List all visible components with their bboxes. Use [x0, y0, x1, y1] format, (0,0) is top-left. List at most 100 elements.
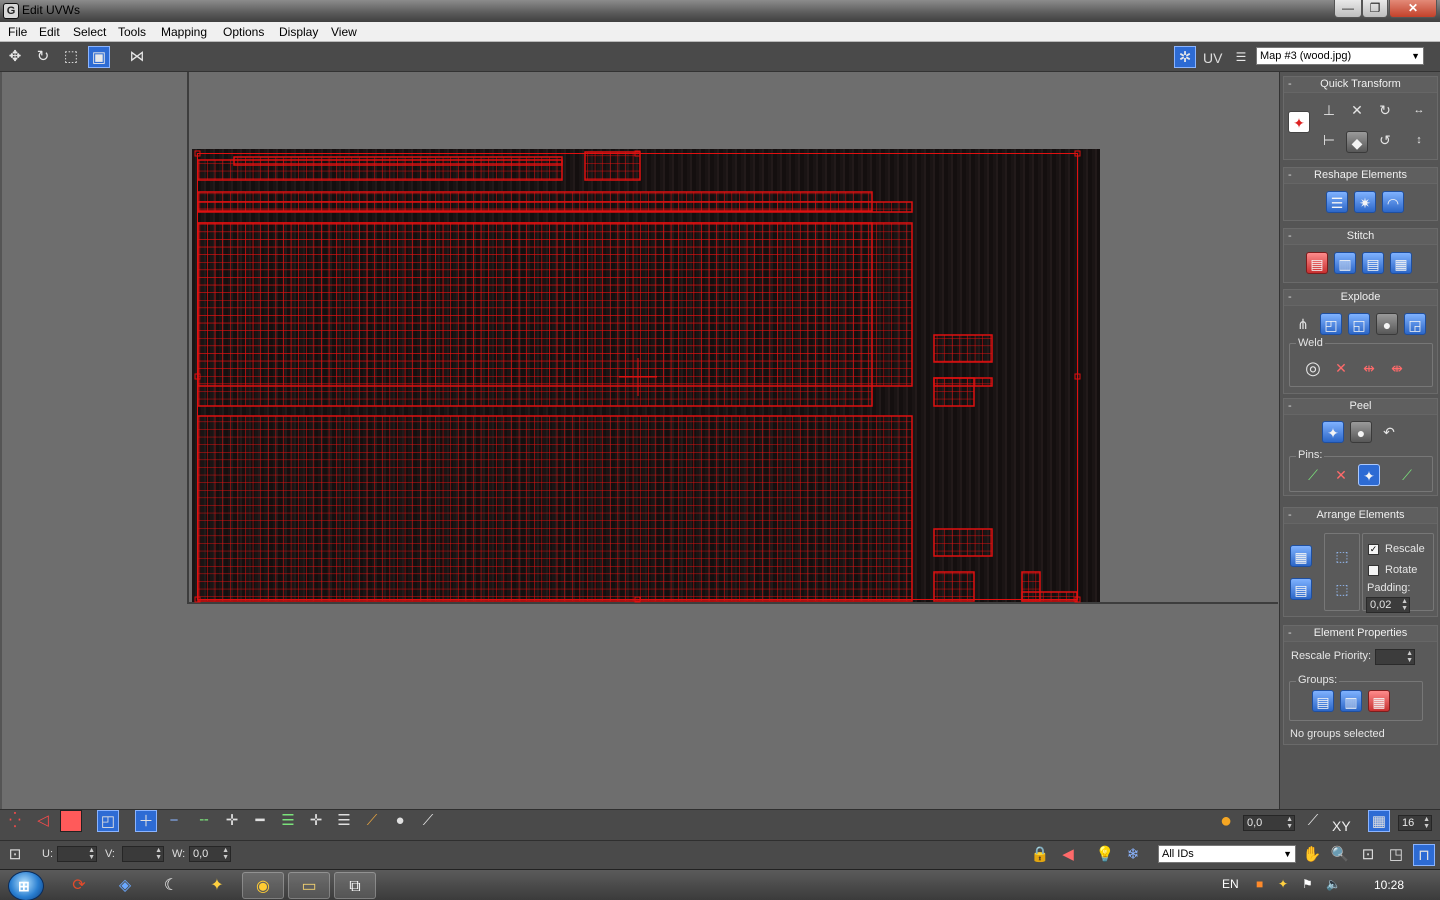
uv-shell[interactable] — [197, 222, 873, 407]
action-center-flag-icon[interactable]: ⚑ — [1302, 877, 1313, 891]
padding-spinner[interactable]: 0,02 ▲ ▼ — [1366, 597, 1410, 613]
show-map-icon[interactable]: ✲ — [1174, 46, 1196, 68]
move-icon[interactable]: ✥ — [4, 46, 26, 68]
flatten-by-polygon-angle-icon[interactable]: ◱ — [1348, 313, 1370, 335]
freeze-icon[interactable]: ❄ — [1122, 844, 1144, 866]
rollout-title[interactable]: - Stitch — [1284, 229, 1437, 245]
relax-icon[interactable]: ✷ — [1354, 191, 1376, 213]
rotate-minus-90-icon[interactable]: ↺ — [1374, 129, 1396, 151]
pin-icon[interactable]: ⟋ — [1302, 464, 1324, 486]
uv-shell[interactable] — [933, 334, 993, 363]
spinner-arrows-icon[interactable]: ▲ ▼ — [1423, 816, 1430, 830]
rollout-title[interactable]: - Reshape Elements — [1284, 168, 1437, 184]
rollout-title[interactable]: - Peel — [1284, 399, 1437, 415]
grow-ring-icon[interactable]: ✛ — [305, 810, 327, 832]
spinner-arrows-icon[interactable]: ▲ ▼ — [1286, 816, 1293, 830]
minimize-button[interactable]: — — [1334, 0, 1362, 18]
rotate-checkbox[interactable] — [1368, 565, 1379, 576]
polygon-mode-icon[interactable] — [60, 810, 82, 832]
u-field[interactable]: ▲ ▼ — [57, 846, 97, 862]
uv-axis-label[interactable]: UV — [1203, 50, 1222, 66]
zoom-region-icon[interactable]: ⊡ — [1357, 844, 1379, 866]
unpin-icon[interactable]: ✕ — [1330, 464, 1352, 486]
rescale-checkbox[interactable]: ✓ — [1368, 544, 1379, 555]
relax-until-flat-icon[interactable]: ◠ — [1382, 191, 1404, 213]
peel-mode-icon[interactable]: ● — [1350, 421, 1372, 443]
vertex-mode-icon[interactable]: ⁛ — [4, 810, 26, 832]
menu-mapping[interactable]: Mapping — [161, 25, 207, 39]
shrink-ring-icon[interactable]: ☰ — [333, 810, 355, 832]
space-horizontal-icon[interactable]: ↔ — [1408, 99, 1430, 121]
uv-shell[interactable] — [933, 571, 975, 602]
soft-selection-icon[interactable]: ● — [1215, 810, 1237, 832]
menu-tools[interactable]: Tools — [118, 25, 146, 39]
align-linear-icon[interactable]: ✕ — [1346, 99, 1368, 121]
loop-edges-icon[interactable]: ╌ — [193, 810, 215, 832]
stitch-to-target-icon[interactable]: ▤ — [1306, 252, 1328, 274]
weld-threshold-icon[interactable]: ⇼ — [1386, 357, 1408, 379]
uv-shell[interactable] — [584, 151, 641, 181]
shrink-selection-icon[interactable]: − — [163, 810, 185, 832]
detach-edge-verts-icon[interactable]: ◰ — [1320, 313, 1342, 335]
show-icon[interactable]: 💡 — [1094, 844, 1116, 866]
ungroup-selected-icon[interactable]: ▦ — [1368, 690, 1390, 712]
paint-select-icon[interactable]: ⟋ — [361, 810, 383, 832]
enlarge-brush-icon[interactable]: ● — [389, 810, 411, 832]
uv-shell[interactable] — [933, 528, 993, 557]
rollout-title[interactable]: - Arrange Elements — [1284, 508, 1437, 524]
shrink-brush-icon[interactable]: ⟋ — [417, 810, 439, 832]
menu-select[interactable]: Select — [73, 25, 106, 39]
absolute-offset-icon[interactable]: ⊡ — [4, 844, 26, 866]
edge-mode-icon[interactable]: ◁ — [32, 810, 54, 832]
space-vertical-icon[interactable]: ↕ — [1408, 129, 1430, 151]
taskbar-app-icon[interactable]: ☾ — [150, 872, 192, 899]
select-by-element-icon[interactable]: ◰ — [97, 810, 119, 832]
spinner-arrows-icon[interactable]: ▲ ▼ — [88, 847, 95, 861]
pan-icon[interactable]: ✋ — [1301, 844, 1323, 866]
rotate-plus-90-icon[interactable]: ↻ — [1374, 99, 1396, 121]
quick-peel-icon[interactable]: ✦ — [1322, 421, 1344, 443]
explorer-folder-icon[interactable]: ▭ — [288, 872, 330, 899]
close-button[interactable]: ✕ — [1389, 0, 1437, 18]
uv-shell[interactable] — [197, 415, 913, 602]
grow-loop-icon[interactable]: ✛ — [221, 810, 243, 832]
collapse-icon[interactable]: - — [1288, 290, 1292, 305]
uv-shell[interactable] — [933, 377, 993, 387]
spinner-arrows-icon[interactable]: ▲ ▼ — [1401, 598, 1408, 612]
maximize-button[interactable]: ❐ — [1362, 0, 1388, 18]
map-dropdown[interactable]: Map #3 (wood.jpg) ▼ — [1256, 47, 1424, 65]
clock[interactable]: 10:28 — [1374, 878, 1404, 892]
pivot-icon[interactable]: ✦ — [1288, 111, 1310, 133]
uv-shell[interactable] — [233, 156, 563, 166]
select-group-icon[interactable]: ▥ — [1340, 690, 1362, 712]
spinner-arrows-icon[interactable]: ▲ ▼ — [155, 847, 162, 861]
grid-snap-icon[interactable]: ▦ — [1368, 810, 1390, 832]
snap-toggle-icon[interactable]: ⊓ — [1413, 844, 1435, 866]
menu-file[interactable]: File — [8, 25, 27, 39]
menu-options[interactable]: Options — [223, 25, 264, 39]
freeform-icon[interactable]: ▣ — [88, 46, 110, 68]
uv-viewport[interactable] — [0, 72, 1278, 809]
stitch-to-source-icon[interactable]: ▤ — [1362, 252, 1384, 274]
lock-icon[interactable]: 🔒 — [1029, 844, 1051, 866]
ids-dropdown[interactable]: All IDs ▼ — [1158, 845, 1296, 863]
mirror-icon[interactable]: ⋈ — [126, 46, 148, 68]
options-list-icon[interactable]: ☰ — [1230, 46, 1252, 68]
tray-app-icon[interactable]: ■ — [1256, 877, 1263, 891]
weld-all-selected-icon[interactable]: ⇹ — [1358, 357, 1380, 379]
select-pins-icon[interactable]: ⟋ — [1396, 464, 1418, 486]
rollout-title[interactable]: - Explode — [1284, 290, 1437, 306]
weld-selected-icon[interactable]: ✕ — [1330, 357, 1352, 379]
grid-size-field[interactable]: 16 ▲ ▼ — [1398, 815, 1432, 831]
menu-display[interactable]: Display — [279, 25, 318, 39]
pack-together-icon[interactable]: ▤ — [1290, 578, 1312, 600]
break-icon[interactable]: ⋔ — [1292, 313, 1314, 335]
soft-selection-field[interactable]: 0,0 ▲ ▼ — [1243, 815, 1295, 831]
menu-edit[interactable]: Edit — [39, 25, 60, 39]
pack-custom-icon[interactable]: ⬚ — [1331, 545, 1353, 567]
taskbar-app-icon[interactable]: ◈ — [104, 872, 146, 899]
stitch-custom-icon[interactable]: ▦ — [1390, 252, 1412, 274]
target-weld-icon[interactable]: ◎ — [1302, 357, 1324, 379]
taskbar-app-icon[interactable]: ⟳ — [58, 872, 100, 899]
collapse-icon[interactable]: - — [1288, 399, 1292, 414]
